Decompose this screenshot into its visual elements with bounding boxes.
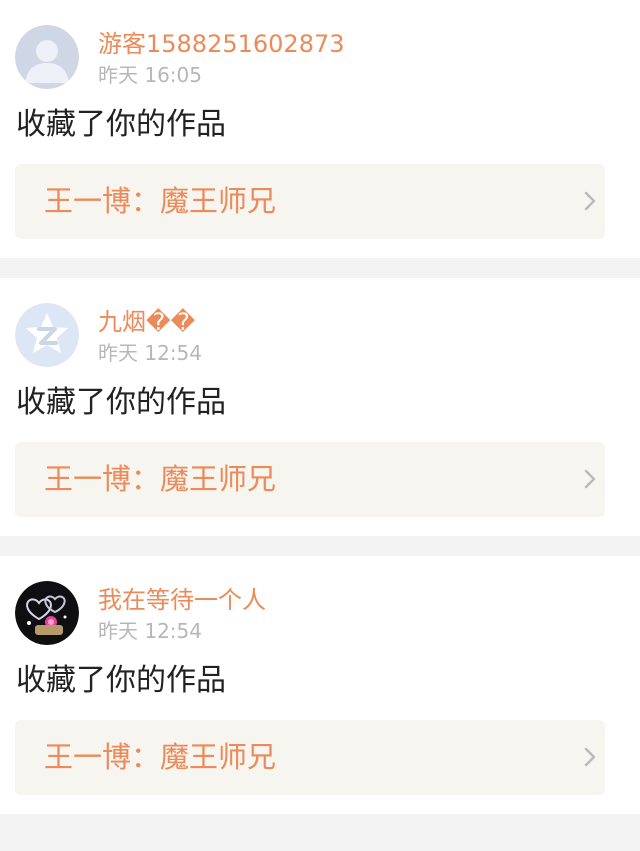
action-text: 收藏了你的作品 bbox=[16, 385, 226, 420]
notification-card: 游客1588251602873 昨天 16:05 收藏了你的作品 王一博：魔王师… bbox=[0, 0, 640, 258]
work-title: 王一博：魔王师兄 bbox=[44, 740, 277, 774]
notification-feed: 游客1588251602873 昨天 16:05 收藏了你的作品 王一博：魔王师… bbox=[0, 0, 640, 814]
user-avatar[interactable] bbox=[15, 303, 79, 367]
timestamp: 昨天 16:05 bbox=[98, 63, 202, 87]
chevron-right-icon bbox=[577, 188, 603, 214]
username[interactable]: 游客1588251602873 bbox=[98, 29, 345, 59]
username[interactable]: 九烟�� bbox=[98, 307, 195, 337]
notification-card: 我在等待一个人 昨天 12:54 收藏了你的作品 王一博：魔王师兄 bbox=[0, 556, 640, 814]
chevron-right-icon bbox=[577, 466, 603, 492]
default-user-avatar-icon bbox=[15, 25, 79, 89]
user-avatar[interactable] bbox=[15, 25, 79, 89]
qzone-star-avatar-icon bbox=[15, 303, 79, 367]
chevron-right-icon bbox=[577, 744, 603, 770]
work-link[interactable]: 王一博：魔王师兄 bbox=[15, 720, 605, 795]
user-avatar[interactable] bbox=[15, 581, 79, 645]
work-link[interactable]: 王一博：魔王师兄 bbox=[15, 164, 605, 239]
action-text: 收藏了你的作品 bbox=[16, 663, 226, 698]
username[interactable]: 我在等待一个人 bbox=[98, 585, 266, 615]
timestamp: 昨天 12:54 bbox=[98, 341, 202, 365]
work-title: 王一博：魔王师兄 bbox=[44, 462, 277, 496]
work-link[interactable]: 王一博：魔王师兄 bbox=[15, 442, 605, 517]
timestamp: 昨天 12:54 bbox=[98, 619, 202, 643]
hearts-photo-avatar-icon bbox=[15, 581, 79, 645]
notification-card: 九烟�� 昨天 12:54 收藏了你的作品 王一博：魔王师兄 bbox=[0, 278, 640, 536]
action-text: 收藏了你的作品 bbox=[16, 107, 226, 142]
work-title: 王一博：魔王师兄 bbox=[44, 184, 277, 218]
